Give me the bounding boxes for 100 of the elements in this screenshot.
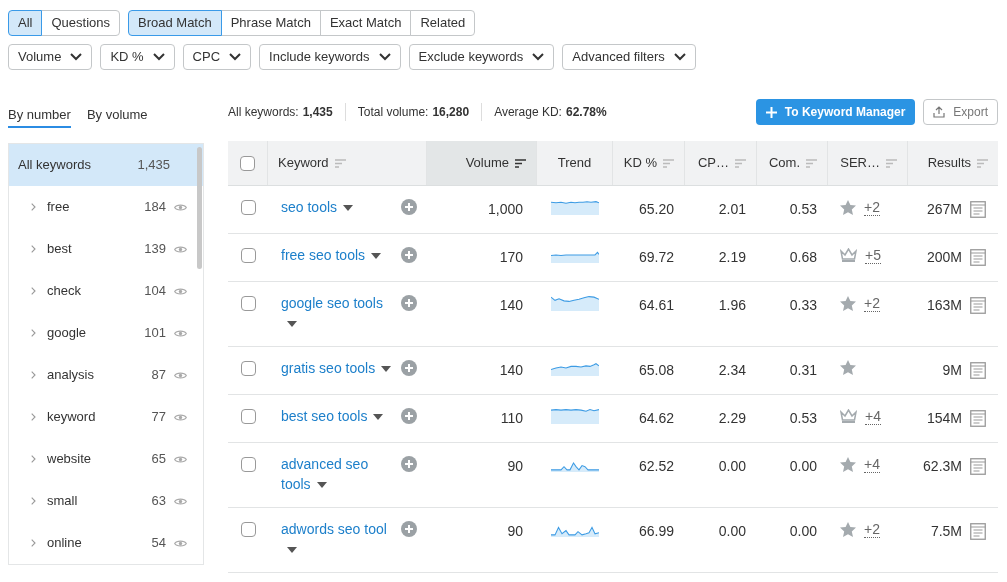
caret-icon[interactable] (287, 321, 297, 328)
column-header[interactable]: KD % (613, 141, 685, 185)
column-header[interactable]: Trend (537, 141, 613, 185)
keyword-link[interactable]: gratis seo tools (281, 358, 395, 378)
serp-page-icon[interactable] (970, 297, 986, 314)
keyword-group-item[interactable]: small 63 (9, 480, 203, 522)
caret-icon[interactable] (373, 414, 384, 421)
serp-features-count[interactable]: +2 (864, 295, 880, 312)
row-checkbox[interactable] (240, 361, 256, 376)
column-header[interactable]: Volume (427, 141, 537, 185)
cpc-cell-text: 2.19 (717, 248, 747, 267)
serp-page-icon[interactable] (970, 249, 986, 266)
caret-icon[interactable] (316, 482, 327, 489)
add-icon[interactable] (401, 456, 417, 472)
export-button[interactable]: Export (923, 99, 998, 125)
trend-sparkline (551, 360, 599, 376)
filter-dropdown[interactable]: Include keywords (259, 44, 401, 70)
keyword-group-item[interactable]: analysis 87 (9, 354, 203, 396)
group-count: 104 (144, 282, 166, 301)
keyword-link[interactable]: adwords seo tool (281, 519, 395, 559)
serp-features-count[interactable]: +2 (864, 521, 880, 538)
sort-icon[interactable] (515, 158, 526, 168)
serp-page-icon[interactable] (970, 362, 986, 379)
chevron-right-icon[interactable] (31, 203, 36, 211)
filter-dropdown[interactable]: KD % (100, 44, 175, 70)
filter-tab[interactable]: All (8, 10, 43, 36)
caret-icon[interactable] (343, 205, 354, 212)
column-header[interactable]: SER… (828, 141, 908, 185)
chevron-right-icon[interactable] (31, 413, 36, 421)
filter-dropdown[interactable]: Volume (8, 44, 93, 70)
serp-page-icon[interactable] (970, 458, 986, 475)
keyword-link[interactable]: google seo tools (281, 293, 395, 333)
keyword-link[interactable]: advanced seo tools (281, 454, 395, 494)
keyword-group-item[interactable]: All keywords 1,435 (9, 144, 203, 186)
keyword-group-item[interactable]: check 104 (9, 270, 203, 312)
add-icon[interactable] (401, 295, 417, 311)
add-icon[interactable] (401, 408, 417, 424)
serp-page-icon[interactable] (970, 201, 986, 218)
add-icon[interactable] (401, 247, 417, 263)
filter-dropdown[interactable]: CPC (182, 44, 252, 70)
group-tab[interactable]: By number (8, 104, 71, 128)
serp-page-icon[interactable] (970, 410, 986, 427)
row-checkbox[interactable] (240, 248, 256, 263)
filter-tab[interactable]: Exact Match (319, 10, 412, 36)
caret-icon[interactable] (371, 253, 382, 260)
group-label: free (47, 198, 70, 217)
keyword-group-item[interactable]: best 139 (9, 228, 203, 270)
chevron-right-icon[interactable] (31, 245, 36, 253)
caret-icon[interactable] (381, 366, 392, 373)
column-header[interactable]: CP… (685, 141, 757, 185)
filter-tab[interactable]: Phrase Match (220, 10, 321, 36)
caret-icon[interactable] (287, 547, 297, 554)
chevron-right-icon[interactable] (31, 539, 36, 547)
serp-features-count[interactable]: +4 (864, 456, 880, 473)
filter-dropdown[interactable]: Advanced filters (562, 44, 696, 70)
keyword-group-item[interactable]: google 101 (9, 312, 203, 354)
keyword-link[interactable]: free seo tools (281, 245, 395, 265)
serp-features-count[interactable]: +4 (865, 408, 881, 425)
eye-icon[interactable] (174, 202, 187, 212)
filter-dropdown[interactable]: Exclude keywords (408, 44, 555, 70)
group-tab[interactable]: By volume (86, 104, 148, 128)
eye-icon[interactable] (174, 286, 187, 296)
add-icon[interactable] (401, 199, 417, 215)
keyword-group-item[interactable]: online 54 (9, 522, 203, 564)
keyword-group-item[interactable]: website 65 (9, 438, 203, 480)
column-header[interactable]: Com. (757, 141, 828, 185)
keyword-link[interactable]: best seo tools (281, 406, 395, 426)
competition-cell-text: 0.00 (788, 522, 818, 541)
eye-icon[interactable] (174, 412, 187, 422)
chevron-right-icon[interactable] (31, 497, 36, 505)
row-checkbox[interactable] (240, 200, 256, 215)
eye-icon[interactable] (174, 244, 187, 254)
eye-icon[interactable] (174, 496, 187, 506)
serp-features-count[interactable]: +2 (864, 199, 880, 216)
filter-tab[interactable]: Questions (41, 10, 120, 36)
keyword-link[interactable]: seo tools (281, 197, 395, 217)
eye-icon[interactable] (174, 538, 187, 548)
add-icon[interactable] (401, 360, 417, 376)
eye-icon[interactable] (174, 454, 187, 464)
serp-page-icon[interactable] (970, 523, 986, 540)
filter-tab[interactable]: Broad Match (128, 10, 222, 36)
row-checkbox[interactable] (240, 457, 256, 472)
filter-tab[interactable]: Related (410, 10, 476, 36)
chevron-right-icon[interactable] (31, 455, 36, 463)
eye-icon[interactable] (174, 328, 187, 338)
row-checkbox[interactable] (240, 522, 256, 537)
scrollbar[interactable] (197, 147, 202, 269)
eye-icon[interactable] (174, 370, 187, 380)
add-icon[interactable] (401, 521, 417, 537)
row-checkbox[interactable] (240, 296, 256, 311)
chevron-right-icon[interactable] (31, 287, 36, 295)
keyword-group-item[interactable]: free 184 (9, 186, 203, 228)
chevron-right-icon[interactable] (31, 329, 36, 337)
serp-features-count[interactable]: +5 (865, 247, 881, 264)
select-all-checkbox[interactable] (240, 155, 255, 171)
keyword-group-item[interactable]: keyword 77 (9, 396, 203, 438)
trend-sparkline (551, 295, 599, 311)
row-checkbox[interactable] (240, 409, 256, 424)
chevron-right-icon[interactable] (31, 371, 36, 379)
column-header[interactable]: Results (908, 141, 998, 185)
